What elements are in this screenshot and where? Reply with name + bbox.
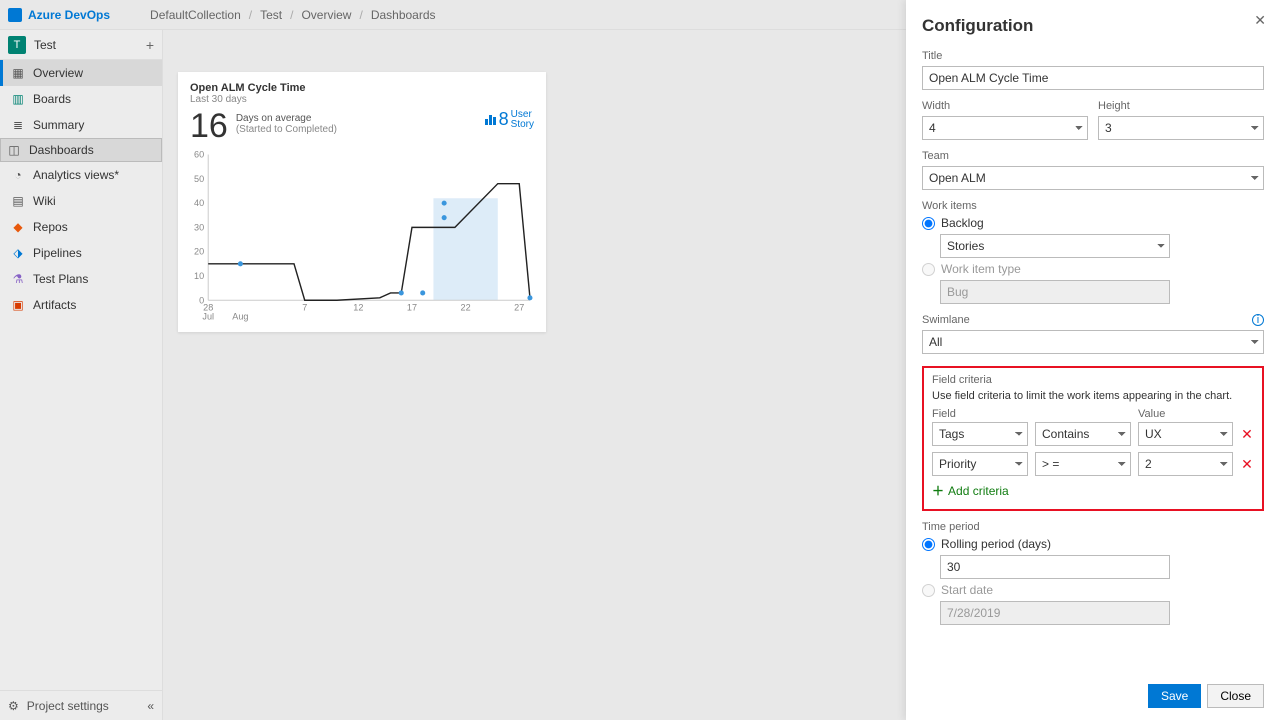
project-icon: T	[8, 36, 26, 54]
overview-icon: ▦	[11, 66, 25, 80]
azure-devops-logo-icon	[8, 8, 22, 22]
crumb-collection[interactable]: DefaultCollection	[150, 8, 241, 22]
radio-rolling[interactable]: Rolling period (days)	[922, 537, 1264, 551]
nav-summary[interactable]: ≣Summary	[0, 112, 162, 138]
plus-icon: ＋	[932, 482, 944, 499]
add-criteria-button[interactable]: ＋Add criteria	[932, 482, 1254, 499]
radio-wit[interactable]: Work item type	[922, 262, 1264, 276]
width-select[interactable]: 4	[922, 116, 1088, 140]
testplans-icon: ⚗	[11, 272, 25, 286]
widget-subtitle: Last 30 days	[190, 94, 534, 105]
label-swimlane: Swimlanei	[922, 314, 1264, 326]
collapse-nav-icon[interactable]: «	[147, 699, 154, 713]
nav-wiki[interactable]: ▤Wiki	[0, 188, 162, 214]
svg-text:30: 30	[194, 222, 204, 232]
nav-boards[interactable]: ▥Boards	[0, 86, 162, 112]
svg-text:22: 22	[461, 302, 471, 312]
panel-title: Configuration	[922, 16, 1264, 36]
svg-text:12: 12	[353, 302, 363, 312]
svg-text:50: 50	[194, 174, 204, 184]
label-title: Title	[922, 50, 1264, 62]
backlog-select[interactable]: Stories	[940, 234, 1170, 258]
widget-big-desc: Days on average (Started to Completed)	[236, 113, 337, 135]
svg-text:20: 20	[194, 247, 204, 257]
info-icon[interactable]: i	[1252, 314, 1264, 326]
project-settings[interactable]: ⚙ Project settings «	[0, 690, 162, 720]
criteria-value-select[interactable]: 2	[1138, 452, 1233, 476]
nav-testplans[interactable]: ⚗Test Plans	[0, 266, 162, 292]
widget-big-number: 16	[190, 109, 228, 143]
svg-text:60: 60	[194, 150, 204, 160]
criteria-row: Priority > = 2 ✕	[932, 452, 1254, 476]
summary-icon: ≣	[11, 118, 25, 132]
delete-criteria-icon[interactable]: ✕	[1240, 456, 1254, 473]
field-criteria-section: Field criteria Use field criteria to lim…	[922, 366, 1264, 511]
delete-criteria-icon[interactable]: ✕	[1240, 426, 1254, 443]
rolling-days-input[interactable]	[940, 555, 1170, 579]
label-height: Height	[1098, 100, 1264, 112]
svg-text:Jul: Jul	[202, 311, 214, 321]
repos-icon: ◆	[11, 220, 25, 234]
nav-repos[interactable]: ◆Repos	[0, 214, 162, 240]
nav-pipelines[interactable]: ⬗Pipelines	[0, 240, 162, 266]
widget-count-badge[interactable]: 8 UserStory	[485, 109, 534, 130]
add-project-icon[interactable]: +	[146, 37, 154, 53]
cycle-time-chart: 010203040506028JulAug712172227	[190, 149, 534, 324]
breadcrumb: DefaultCollection/ Test/ Overview/ Dashb…	[150, 8, 436, 22]
radio-start-date[interactable]: Start date	[922, 583, 1264, 597]
field-criteria-desc: Use field criteria to limit the work ite…	[932, 390, 1254, 402]
criteria-op-select[interactable]: > =	[1035, 452, 1131, 476]
close-button[interactable]: Close	[1207, 684, 1264, 708]
close-icon[interactable]: ✕	[1254, 12, 1266, 29]
svg-text:17: 17	[407, 302, 417, 312]
team-select[interactable]: Open ALM	[922, 166, 1264, 190]
criteria-op-select[interactable]: Contains	[1035, 422, 1131, 446]
criteria-value-select[interactable]: UX	[1138, 422, 1233, 446]
cycle-time-widget[interactable]: Open ALM Cycle Time Last 30 days 16 Days…	[178, 72, 546, 332]
header-right-slot	[878, 4, 906, 26]
project-name: Test	[34, 38, 56, 52]
analytics-icon: ◔	[11, 168, 25, 182]
wiki-icon: ▤	[11, 194, 25, 208]
project-selector[interactable]: T Test +	[0, 30, 162, 60]
boards-icon: ▥	[11, 92, 25, 106]
crumb-project[interactable]: Test	[260, 8, 282, 22]
svg-text:7: 7	[302, 302, 307, 312]
nav-artifacts[interactable]: ▣Artifacts	[0, 292, 162, 318]
criteria-row: Tags Contains UX ✕	[932, 422, 1254, 446]
start-date-input	[940, 601, 1170, 625]
height-select[interactable]: 3	[1098, 116, 1264, 140]
label-width: Width	[922, 100, 1088, 112]
crumb-page[interactable]: Dashboards	[371, 8, 436, 22]
title-input[interactable]	[922, 66, 1264, 90]
save-button[interactable]: Save	[1148, 684, 1201, 708]
widget-title: Open ALM Cycle Time	[190, 82, 534, 94]
criteria-field-select[interactable]: Tags	[932, 422, 1028, 446]
config-panel: ✕ Configuration Title Width 4 Height 3 T…	[906, 0, 1280, 720]
svg-text:Aug: Aug	[232, 311, 248, 321]
left-nav: T Test + ▦Overview ▥Boards ≣Summary ◫Das…	[0, 30, 163, 720]
brand-label[interactable]: Azure DevOps	[28, 8, 110, 22]
artifacts-icon: ▣	[11, 298, 25, 312]
nav-dashboards[interactable]: ◫Dashboards	[0, 138, 162, 162]
criteria-field-select[interactable]: Priority	[932, 452, 1028, 476]
nav-analytics[interactable]: ◔Analytics views*	[0, 162, 162, 188]
swimlane-select[interactable]: All	[922, 330, 1264, 354]
svg-text:40: 40	[194, 198, 204, 208]
dashboards-icon: ◫	[7, 143, 21, 157]
nav-overview[interactable]: ▦Overview	[0, 60, 162, 86]
gear-icon: ⚙	[8, 699, 19, 713]
radio-backlog[interactable]: Backlog	[922, 216, 1264, 230]
label-field-criteria: Field criteria	[932, 374, 1254, 386]
wit-input	[940, 280, 1170, 304]
label-time-period: Time period	[922, 521, 1264, 533]
svg-text:10: 10	[194, 271, 204, 281]
label-team: Team	[922, 150, 1264, 162]
label-workitems: Work items	[922, 200, 1264, 212]
pipelines-icon: ⬗	[11, 246, 25, 260]
bars-icon	[485, 114, 497, 125]
crumb-section[interactable]: Overview	[301, 8, 351, 22]
svg-text:27: 27	[514, 302, 524, 312]
